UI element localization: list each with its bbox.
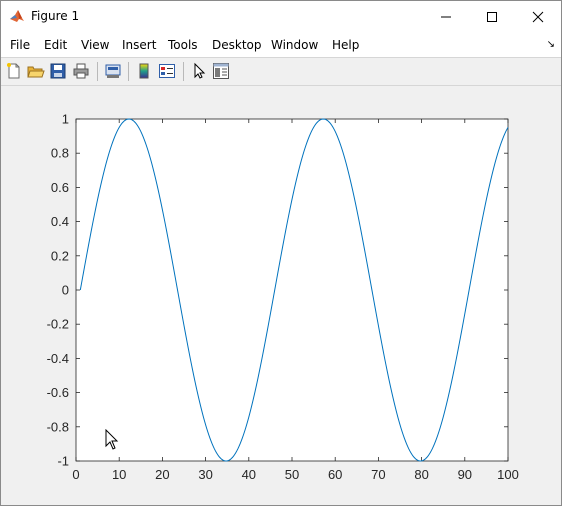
- x-tick-label: 100: [497, 467, 519, 482]
- x-tick-label: 60: [328, 467, 342, 482]
- x-tick-label: 80: [414, 467, 428, 482]
- print-icon[interactable]: [72, 62, 90, 80]
- toolbar-separator: [183, 62, 184, 81]
- x-tick-label: 30: [198, 467, 212, 482]
- y-tick-label: -0.8: [47, 419, 69, 434]
- axes-box: [75, 118, 509, 462]
- x-tick-label: 40: [242, 467, 256, 482]
- colorbar-icon[interactable]: [135, 62, 153, 80]
- new-figure-icon[interactable]: [5, 62, 23, 80]
- x-tick-label: 70: [371, 467, 385, 482]
- y-tick-label: 1: [62, 112, 69, 127]
- open-folder-icon[interactable]: [27, 62, 45, 80]
- figure-canvas[interactable]: 0 10 20 30 40 50 60 70 80 90 100 1 0.8 0.6 0.4 0.2 0 -0.2…: [1, 86, 561, 505]
- menu-edit[interactable]: Edit: [44, 38, 67, 52]
- x-tick-label: 90: [458, 467, 472, 482]
- menu-window[interactable]: Window: [271, 38, 318, 52]
- minimize-button[interactable]: [423, 1, 469, 32]
- property-inspector-icon[interactable]: [212, 62, 230, 80]
- menu-desktop[interactable]: Desktop: [212, 38, 262, 52]
- title-bar[interactable]: Figure 1: [1, 1, 561, 32]
- menu-insert[interactable]: Insert: [122, 38, 156, 52]
- y-tick-label: 0.4: [51, 214, 69, 229]
- menu-view[interactable]: View: [81, 38, 109, 52]
- x-tick-label: 10: [112, 467, 126, 482]
- y-tick-label: 0.6: [51, 180, 69, 195]
- menu-help[interactable]: Help: [332, 38, 359, 52]
- y-tick-label: 0.2: [51, 248, 69, 263]
- toolbar-separator: [97, 62, 98, 81]
- close-button[interactable]: [515, 1, 561, 32]
- x-tick-label: 0: [72, 467, 79, 482]
- save-icon[interactable]: [49, 62, 67, 80]
- close-icon: [532, 11, 544, 22]
- dock-arrow-icon[interactable]: ↘: [547, 39, 555, 50]
- figure-window: Figure 1 File Edit View Insert Tools Des…: [0, 0, 562, 506]
- x-tick-label: 20: [155, 467, 169, 482]
- toolbar-separator: [128, 62, 129, 81]
- line-plot[interactable]: 0 10 20 30 40 50 60 70 80 90 100 1 0.8 0.6 0.4 0.2 0 -0.2…: [1, 86, 561, 505]
- y-tick-label: 0: [62, 283, 69, 298]
- window-title: Figure 1: [31, 9, 80, 23]
- figure-toolbar: [1, 57, 561, 86]
- minimize-icon: [441, 16, 451, 17]
- pointer-arrow-icon[interactable]: [190, 62, 208, 80]
- maximize-icon: [487, 11, 497, 22]
- matlab-icon: [10, 10, 24, 22]
- menu-tools[interactable]: Tools: [168, 38, 198, 52]
- y-tick-label: -0.6: [47, 385, 69, 400]
- print-preview-icon[interactable]: [104, 62, 122, 80]
- y-tick-label: -1: [57, 454, 69, 469]
- y-tick-label: -0.2: [47, 317, 69, 332]
- y-tick-label: -0.4: [47, 351, 69, 366]
- legend-icon[interactable]: [158, 62, 176, 80]
- mouse-cursor-icon: [105, 429, 119, 450]
- y-tick-label: 0.8: [51, 146, 69, 161]
- menu-file[interactable]: File: [10, 38, 30, 52]
- maximize-button[interactable]: [469, 1, 515, 32]
- menu-bar: File Edit View Insert Tools Desktop Wind…: [1, 32, 561, 57]
- x-tick-label: 50: [285, 467, 299, 482]
